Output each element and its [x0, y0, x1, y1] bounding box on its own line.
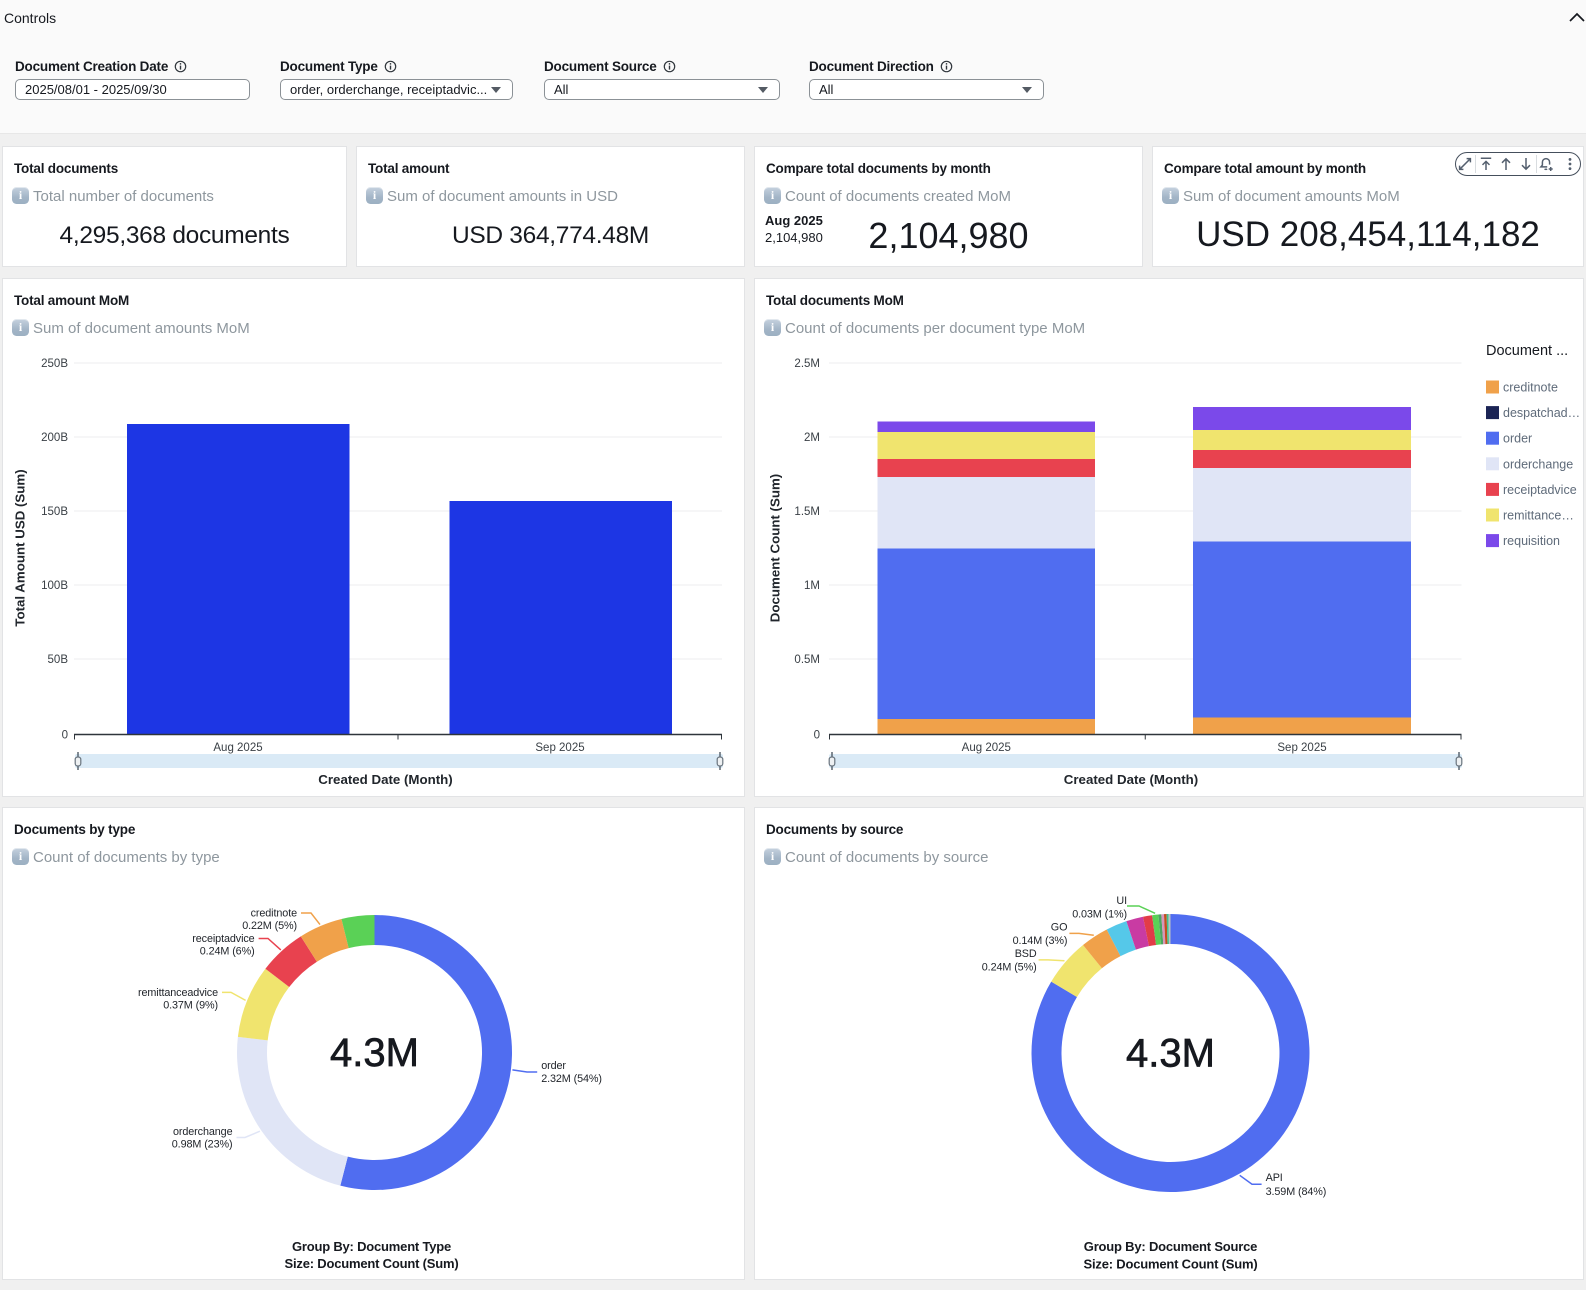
- svg-text:2.5M: 2.5M: [794, 358, 820, 370]
- svg-text:Group By: Document Source: Group By: Document Source: [1084, 1239, 1257, 1254]
- svg-text:GO: GO: [1051, 921, 1068, 933]
- svg-text:creditnote: creditnote: [251, 908, 298, 920]
- svg-text:0.22M (5%): 0.22M (5%): [242, 920, 297, 932]
- svg-text:Size: Document Count (Sum): Size: Document Count (Sum): [1084, 1257, 1258, 1272]
- svg-text:0.98M (23%): 0.98M (23%): [172, 1139, 233, 1151]
- svg-text:2.32M (54%): 2.32M (54%): [541, 1073, 602, 1085]
- svg-text:1M: 1M: [804, 580, 820, 592]
- svg-text:0.24M (6%): 0.24M (6%): [200, 946, 255, 958]
- svg-text:0: 0: [62, 730, 68, 742]
- svg-text:100B: 100B: [41, 580, 68, 592]
- svg-text:Sep 2025: Sep 2025: [1277, 742, 1326, 754]
- svg-text:remittanceadvice: remittanceadvice: [138, 987, 218, 999]
- svg-text:4.3M: 4.3M: [330, 1031, 419, 1075]
- svg-text:order: order: [541, 1060, 566, 1072]
- svg-text:Group By: Document Type: Group By: Document Type: [292, 1239, 451, 1254]
- svg-text:despatchad…: despatchad…: [1503, 406, 1580, 420]
- svg-text:requisition: requisition: [1503, 534, 1560, 548]
- svg-text:Sep 2025: Sep 2025: [535, 742, 584, 754]
- svg-text:orderchange: orderchange: [173, 1126, 233, 1138]
- svg-text:3.59M (84%): 3.59M (84%): [1266, 1186, 1327, 1198]
- svg-text:200B: 200B: [41, 432, 68, 444]
- svg-text:0.5M: 0.5M: [794, 654, 820, 666]
- svg-text:4.3M: 4.3M: [1126, 1032, 1215, 1076]
- svg-text:150B: 150B: [41, 506, 68, 518]
- svg-text:1.5M: 1.5M: [794, 506, 820, 518]
- svg-text:order: order: [1503, 432, 1532, 446]
- svg-text:creditnote: creditnote: [1503, 381, 1558, 395]
- svg-text:Size: Document Count (Sum): Size: Document Count (Sum): [285, 1256, 459, 1271]
- svg-text:API: API: [1266, 1172, 1283, 1184]
- svg-text:0: 0: [814, 730, 820, 742]
- svg-text:BSD: BSD: [1015, 948, 1037, 960]
- svg-text:receiptadvice: receiptadvice: [1503, 483, 1577, 497]
- svg-text:orderchange: orderchange: [1503, 457, 1573, 471]
- svg-text:receiptadvice: receiptadvice: [192, 933, 254, 945]
- svg-text:Document ...: Document ...: [1486, 343, 1568, 359]
- svg-text:remittance…: remittance…: [1503, 509, 1574, 523]
- svg-text:Created Date (Month): Created Date (Month): [1064, 772, 1198, 787]
- svg-text:0.14M (3%): 0.14M (3%): [1013, 935, 1068, 947]
- svg-text:UI: UI: [1116, 895, 1127, 907]
- svg-text:2M: 2M: [804, 432, 820, 444]
- svg-text:0.24M (5%): 0.24M (5%): [982, 962, 1037, 974]
- svg-text:0.37M (9%): 0.37M (9%): [163, 1000, 218, 1012]
- svg-text:Created Date (Month): Created Date (Month): [318, 772, 452, 787]
- svg-text:Aug 2025: Aug 2025: [962, 742, 1011, 754]
- svg-text:0.03M (1%): 0.03M (1%): [1072, 909, 1127, 921]
- svg-text:Total Amount USD (Sum): Total Amount USD (Sum): [13, 469, 28, 626]
- svg-text:50B: 50B: [48, 654, 69, 666]
- svg-text:250B: 250B: [41, 358, 68, 370]
- svg-text:Aug 2025: Aug 2025: [213, 742, 262, 754]
- svg-text:Document Count (Sum): Document Count (Sum): [768, 474, 783, 622]
